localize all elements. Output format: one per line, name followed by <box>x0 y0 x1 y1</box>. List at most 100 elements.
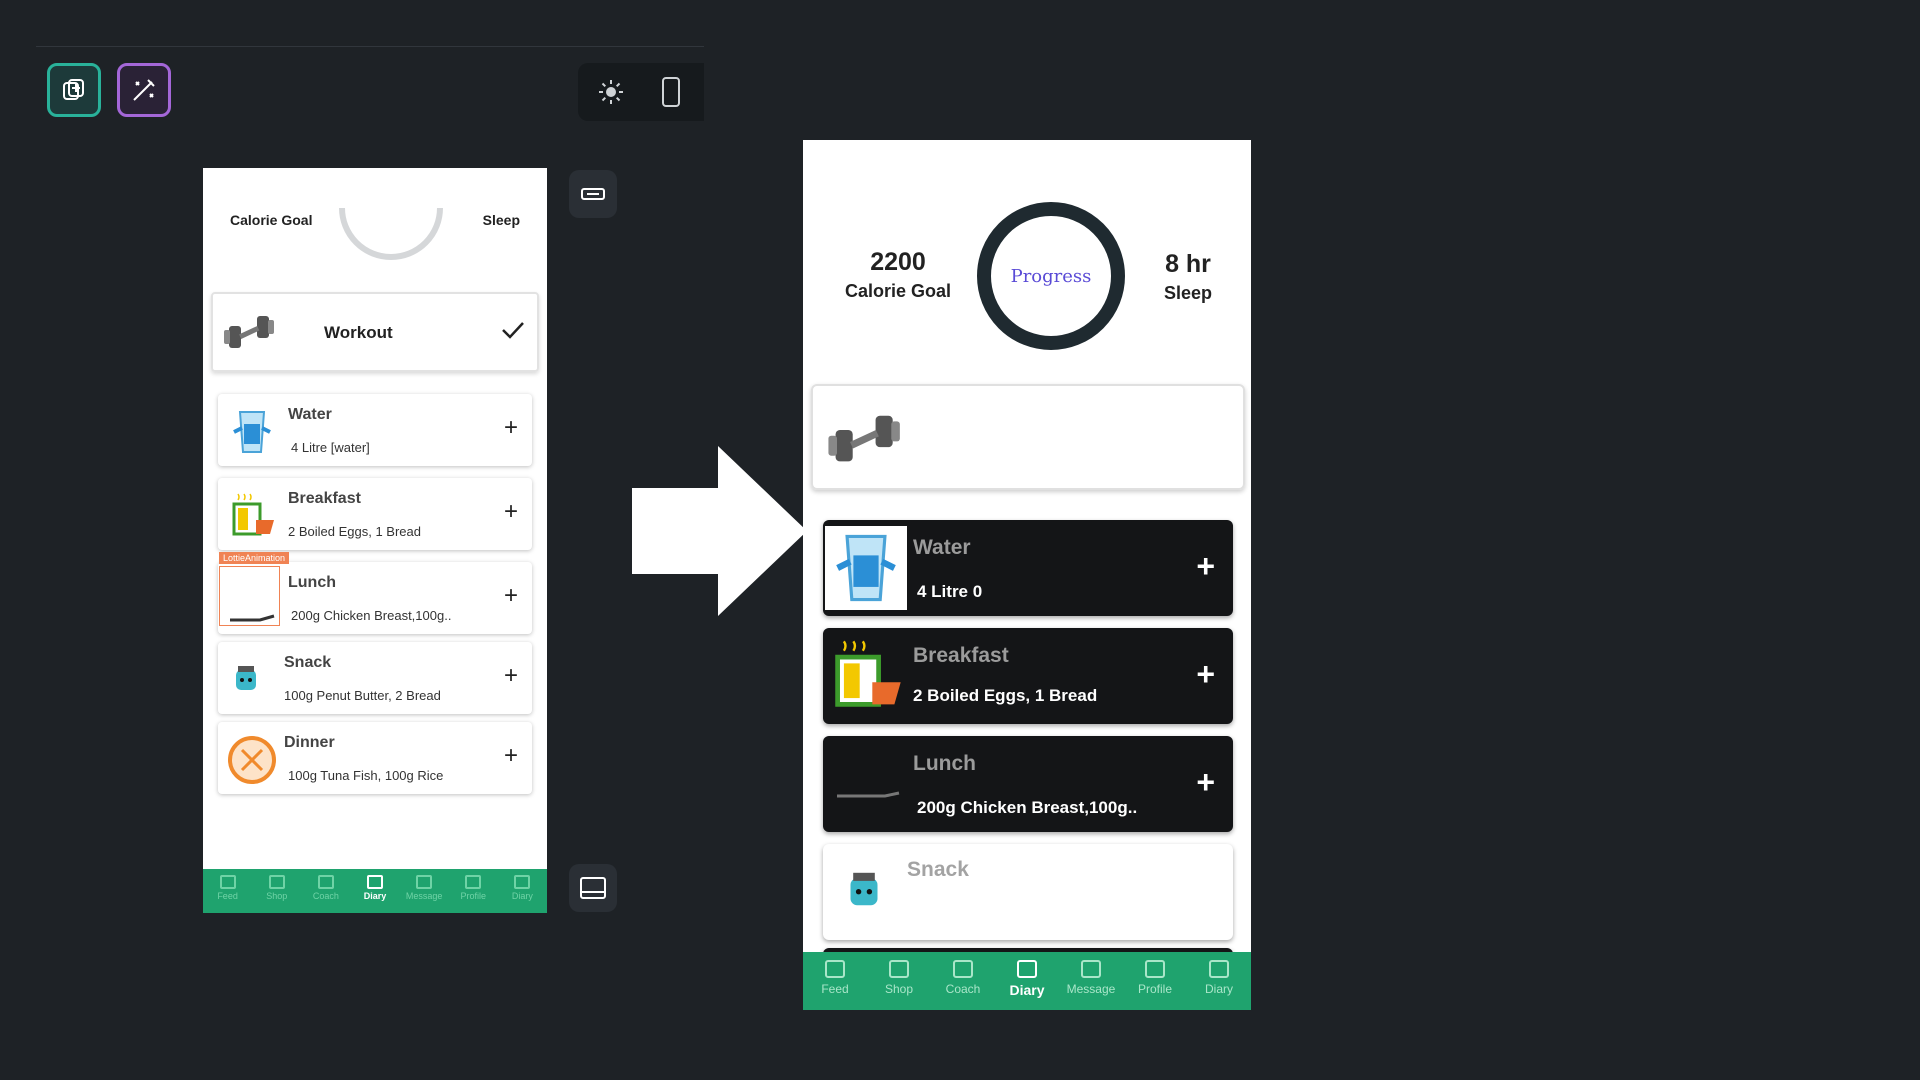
collapse-button[interactable] <box>569 170 617 218</box>
nav-profile[interactable]: Profile <box>1123 952 1187 1010</box>
diary-icon <box>1209 960 1229 978</box>
bottom-nav: Feed Shop Coach Diary Message Profile Di… <box>803 952 1251 1010</box>
nav-diary[interactable]: Diary <box>995 952 1059 1010</box>
water-icon-frame <box>825 526 907 610</box>
arrow-right-icon <box>632 446 807 616</box>
feed-icon <box>219 875 236 889</box>
add-widget-button[interactable] <box>47 63 101 117</box>
feed-icon <box>825 960 845 978</box>
snack-jar-icon <box>850 872 878 906</box>
water-glass-icon <box>836 534 896 602</box>
meal-title: Breakfast <box>288 490 361 507</box>
cart-icon <box>889 960 909 978</box>
workout-label: Workout <box>324 323 393 342</box>
calorie-goal-label: Calorie Goal <box>230 212 313 228</box>
add-breakfast-button[interactable]: + <box>504 500 518 524</box>
meal-title: Dinner <box>284 734 335 751</box>
meal-title: Snack <box>907 858 969 881</box>
cart-icon <box>268 875 285 889</box>
meal-card-water[interactable]: Water 4 Litre 0 + <box>823 520 1233 616</box>
meal-subtitle: 4 Litre [water] <box>291 440 370 455</box>
panel-icon <box>580 877 606 899</box>
panel-button[interactable] <box>569 864 617 912</box>
preview-toolbar <box>578 63 704 121</box>
nav-diary-2[interactable]: Diary <box>498 869 547 913</box>
breakfast-cup-icon <box>232 493 274 536</box>
meal-title: Water <box>913 536 971 559</box>
lottie-animation-frame[interactable] <box>219 566 280 626</box>
sleep-value: 8 hr <box>1165 250 1211 278</box>
add-water-button[interactable]: + <box>1196 550 1215 582</box>
water-glass-icon <box>233 411 271 453</box>
phone-icon[interactable] <box>656 77 686 107</box>
dumbbell-icon <box>828 415 900 462</box>
message-icon <box>1081 960 1101 978</box>
nav-feed[interactable]: Feed <box>803 952 867 1010</box>
check-icon <box>502 322 524 339</box>
sleep-stat: 8 hr Sleep <box>1143 250 1233 304</box>
coach-icon <box>317 875 334 889</box>
meal-card-dinner[interactable]: Dinner 100g Tuna Fish, 100g Rice + <box>218 722 532 794</box>
profile-icon <box>1145 960 1165 978</box>
nav-shop[interactable]: Shop <box>252 869 301 913</box>
meal-card-snack[interactable]: Snack <box>823 844 1233 940</box>
meal-subtitle: 100g Penut Butter, 2 Bread <box>284 688 441 703</box>
nav-feed[interactable]: Feed <box>203 869 252 913</box>
magic-edit-button[interactable] <box>117 63 171 117</box>
sun-icon[interactable] <box>596 77 626 107</box>
add-dinner-button[interactable]: + <box>504 744 518 768</box>
meal-subtitle: 200g Chicken Breast,100g.. <box>917 798 1138 817</box>
editor-phone-preview: Calorie Goal Sleep Workout Water 4 Litre… <box>203 168 547 913</box>
message-icon <box>416 875 433 889</box>
nav-coach[interactable]: Coach <box>931 952 995 1010</box>
meal-card-breakfast[interactable]: Breakfast 2 Boiled Eggs, 1 Bread + <box>823 628 1233 724</box>
sleep-label: Sleep <box>1163 283 1213 303</box>
add-breakfast-button[interactable]: + <box>1196 658 1215 690</box>
meal-title: Snack <box>284 654 332 671</box>
snack-jar-icon <box>236 666 256 690</box>
nav-diary-2[interactable]: Diary <box>1187 952 1251 1010</box>
calorie-value: 2200 <box>870 248 926 276</box>
profile-icon <box>465 875 482 889</box>
calorie-stat: 2200 Calorie Goal <box>833 248 963 302</box>
breakfast-cup-icon <box>835 640 901 707</box>
meal-title: Lunch <box>913 752 976 775</box>
meal-subtitle: 2 Boiled Eggs, 1 Bread <box>288 524 421 539</box>
diary-icon <box>366 875 383 889</box>
add-lunch-button[interactable]: + <box>1196 766 1215 798</box>
nav-shop[interactable]: Shop <box>867 952 931 1010</box>
meal-card-breakfast[interactable]: Breakfast 2 Boiled Eggs, 1 Bread + <box>218 478 532 550</box>
nav-profile[interactable]: Profile <box>449 869 498 913</box>
magic-edit-icon <box>133 79 155 101</box>
bottom-nav: Feed Shop Coach Diary Message Profile Di… <box>203 869 547 913</box>
progress-label: Progress <box>1010 265 1092 287</box>
add-water-button[interactable]: + <box>504 416 518 440</box>
meal-title: Water <box>288 406 332 423</box>
live-phone-preview: 2200 Calorie Goal Progress 8 hr Sleep Wa… <box>803 140 1251 1010</box>
meal-title: Lunch <box>288 574 336 591</box>
minimize-icon <box>581 188 605 200</box>
meal-card-snack[interactable]: Snack 100g Penut Butter, 2 Bread + <box>218 642 532 714</box>
meal-subtitle: 4 Litre 0 <box>917 582 983 601</box>
meal-subtitle: 200g Chicken Breast,100g.. <box>291 608 452 623</box>
dumbbell-icon <box>224 316 274 348</box>
meal-card-lunch[interactable]: Lunch 200g Chicken Breast,100g.. + <box>823 736 1233 832</box>
dinner-plate-icon <box>228 736 276 784</box>
calorie-goal-label: Calorie Goal <box>844 281 952 301</box>
add-lunch-button[interactable]: + <box>504 584 518 608</box>
meal-card-water[interactable]: Water 4 Litre [water] + <box>218 394 532 466</box>
nav-message[interactable]: Message <box>1059 952 1123 1010</box>
diary-icon <box>514 875 531 889</box>
add-widget-icon <box>63 79 84 100</box>
add-snack-button[interactable]: + <box>504 664 518 688</box>
nav-diary[interactable]: Diary <box>350 869 399 913</box>
nav-coach[interactable]: Coach <box>301 869 350 913</box>
workout-card[interactable] <box>811 384 1245 490</box>
pan-icon <box>837 791 900 798</box>
workout-card[interactable]: Workout <box>211 292 539 372</box>
lottie-animation-badge: LottieAnimation <box>219 552 290 564</box>
top-divider <box>36 46 704 47</box>
nav-message[interactable]: Message <box>400 869 449 913</box>
coach-icon <box>953 960 973 978</box>
meal-title: Breakfast <box>913 644 1009 667</box>
